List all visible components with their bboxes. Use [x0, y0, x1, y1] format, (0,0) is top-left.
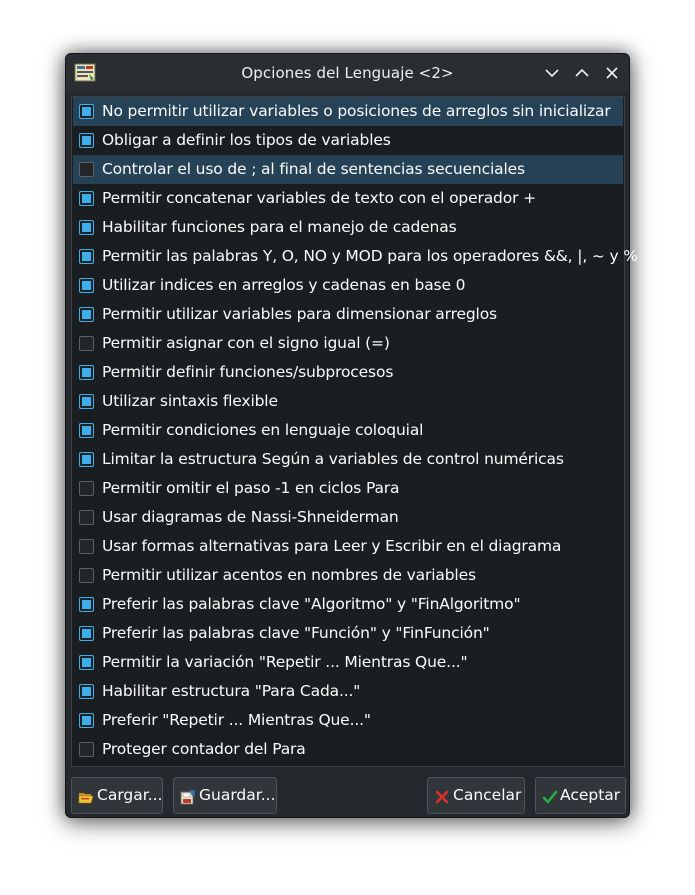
cancel-button-label: Cancelar — [453, 786, 522, 804]
checkbox-checked[interactable] — [79, 626, 94, 641]
option-row[interactable]: Preferir "Repetir ... Mientras Que..." — [73, 706, 623, 735]
option-row[interactable]: Limitar la estructura Según a variables … — [73, 445, 623, 474]
floppy-save-icon — [180, 789, 196, 805]
option-row[interactable]: Permitir omitir el paso -1 en ciclos Par… — [73, 474, 623, 503]
checkbox-unchecked[interactable] — [79, 539, 94, 554]
option-row[interactable]: Utilizar indices en arreglos y cadenas e… — [73, 271, 623, 300]
checkbox-checked[interactable] — [79, 684, 94, 699]
checkbox-checked[interactable] — [79, 394, 94, 409]
option-label: Permitir la variación "Repetir ... Mient… — [102, 653, 468, 671]
checkbox-checked[interactable] — [79, 133, 94, 148]
checkbox-checked[interactable] — [79, 655, 94, 670]
option-label: Permitir utilizar acentos en nombres de … — [102, 566, 476, 584]
cancel-button[interactable]: Cancelar — [427, 777, 525, 814]
checkbox-unchecked[interactable] — [79, 336, 94, 351]
option-label: Permitir concatenar variables de texto c… — [102, 189, 536, 207]
option-label: Permitir definir funciones/subprocesos — [102, 363, 394, 381]
option-row[interactable]: Preferir las palabras clave "Algoritmo" … — [73, 590, 623, 619]
maximize-icon[interactable] — [573, 64, 591, 82]
checkbox-unchecked[interactable] — [79, 510, 94, 525]
option-label: Usar formas alternativas para Leer y Esc… — [102, 537, 562, 555]
option-label: Permitir utilizar variables para dimensi… — [102, 305, 497, 323]
option-row[interactable]: Preferir las palabras clave "Función" y … — [73, 619, 623, 648]
minimize-icon[interactable] — [543, 64, 561, 82]
option-label: Obligar a definir los tipos de variables — [102, 131, 391, 149]
accept-button-label: Aceptar — [560, 786, 621, 804]
option-label: Utilizar indices en arreglos y cadenas e… — [102, 276, 466, 294]
option-label: Controlar el uso de ; al final de senten… — [102, 160, 525, 178]
option-row[interactable]: Habilitar estructura "Para Cada..." — [73, 677, 623, 706]
option-row[interactable]: Permitir utilizar acentos en nombres de … — [73, 561, 623, 590]
load-button[interactable]: Cargar... — [71, 777, 163, 814]
checkbox-checked[interactable] — [79, 220, 94, 235]
accept-button[interactable]: Aceptar — [535, 777, 626, 814]
option-row[interactable]: Permitir condiciones en lenguaje coloqui… — [73, 416, 623, 445]
option-row[interactable]: Proteger contador del Para — [73, 735, 623, 764]
load-button-label: Cargar... — [97, 786, 163, 804]
option-row[interactable]: Usar formas alternativas para Leer y Esc… — [73, 532, 623, 561]
checkbox-checked[interactable] — [79, 597, 94, 612]
option-row[interactable]: Permitir la variación "Repetir ... Mient… — [73, 648, 623, 677]
checkbox-unchecked[interactable] — [79, 742, 94, 757]
option-label: Permitir asignar con el signo igual (=) — [102, 334, 390, 352]
option-label: Preferir "Repetir ... Mientras Que..." — [102, 711, 371, 729]
options-list[interactable]: No permitir utilizar variables o posicio… — [71, 96, 638, 767]
option-label: Limitar la estructura Según a variables … — [102, 450, 564, 468]
red-x-icon — [434, 789, 450, 805]
folder-open-icon — [78, 789, 94, 805]
option-label: Habilitar estructura "Para Cada..." — [102, 682, 361, 700]
option-label: Permitir las palabras Y, O, NO y MOD par… — [102, 247, 638, 265]
option-label: Usar diagramas de Nassi-Shneiderman — [102, 508, 399, 526]
green-check-icon — [542, 789, 558, 805]
checkbox-unchecked[interactable] — [79, 481, 94, 496]
option-row[interactable]: Controlar el uso de ; al final de senten… — [73, 155, 623, 184]
option-row[interactable]: Permitir asignar con el signo igual (=) — [73, 329, 623, 358]
option-row[interactable]: Obligar a definir los tipos de variables — [73, 126, 623, 155]
option-row[interactable]: Permitir concatenar variables de texto c… — [73, 184, 623, 213]
option-label: Utilizar sintaxis flexible — [102, 392, 278, 410]
checkbox-checked[interactable] — [79, 104, 94, 119]
title-bar[interactable]: Opciones del Lenguaje <2> — [66, 54, 629, 92]
option-row[interactable]: Permitir utilizar variables para dimensi… — [73, 300, 623, 329]
checkbox-checked[interactable] — [79, 365, 94, 380]
checkbox-checked[interactable] — [79, 307, 94, 322]
option-row[interactable]: Permitir definir funciones/subprocesos — [73, 358, 623, 387]
option-label: Permitir omitir el paso -1 en ciclos Par… — [102, 479, 400, 497]
option-label: Preferir las palabras clave "Algoritmo" … — [102, 595, 521, 613]
checkbox-checked[interactable] — [79, 452, 94, 467]
close-icon[interactable] — [603, 64, 621, 82]
checkbox-checked[interactable] — [79, 191, 94, 206]
checkbox-checked[interactable] — [79, 423, 94, 438]
option-label: No permitir utilizar variables o posicio… — [102, 102, 611, 120]
option-label: Permitir condiciones en lenguaje coloqui… — [102, 421, 424, 439]
option-row[interactable]: Utilizar sintaxis flexible — [73, 387, 623, 416]
checkbox-checked[interactable] — [79, 249, 94, 264]
option-row[interactable]: Usar diagramas de Nassi-Shneiderman — [73, 503, 623, 532]
option-label: Preferir las palabras clave "Función" y … — [102, 624, 490, 642]
checkbox-checked[interactable] — [79, 278, 94, 293]
save-button[interactable]: Guardar... — [173, 777, 277, 814]
checkbox-unchecked[interactable] — [79, 568, 94, 583]
option-label: Proteger contador del Para — [102, 740, 306, 758]
option-label: Habilitar funciones para el manejo de ca… — [102, 218, 457, 236]
option-row[interactable]: Habilitar funciones para el manejo de ca… — [73, 213, 623, 242]
checkbox-unchecked[interactable] — [79, 162, 94, 177]
save-button-label: Guardar... — [199, 786, 276, 804]
option-row[interactable]: No permitir utilizar variables o posicio… — [73, 97, 623, 126]
option-row[interactable]: Permitir las palabras Y, O, NO y MOD par… — [73, 242, 638, 271]
checkbox-checked[interactable] — [79, 713, 94, 728]
options-dialog: Opciones del Lenguaje <2> No permitir ut… — [65, 53, 638, 818]
